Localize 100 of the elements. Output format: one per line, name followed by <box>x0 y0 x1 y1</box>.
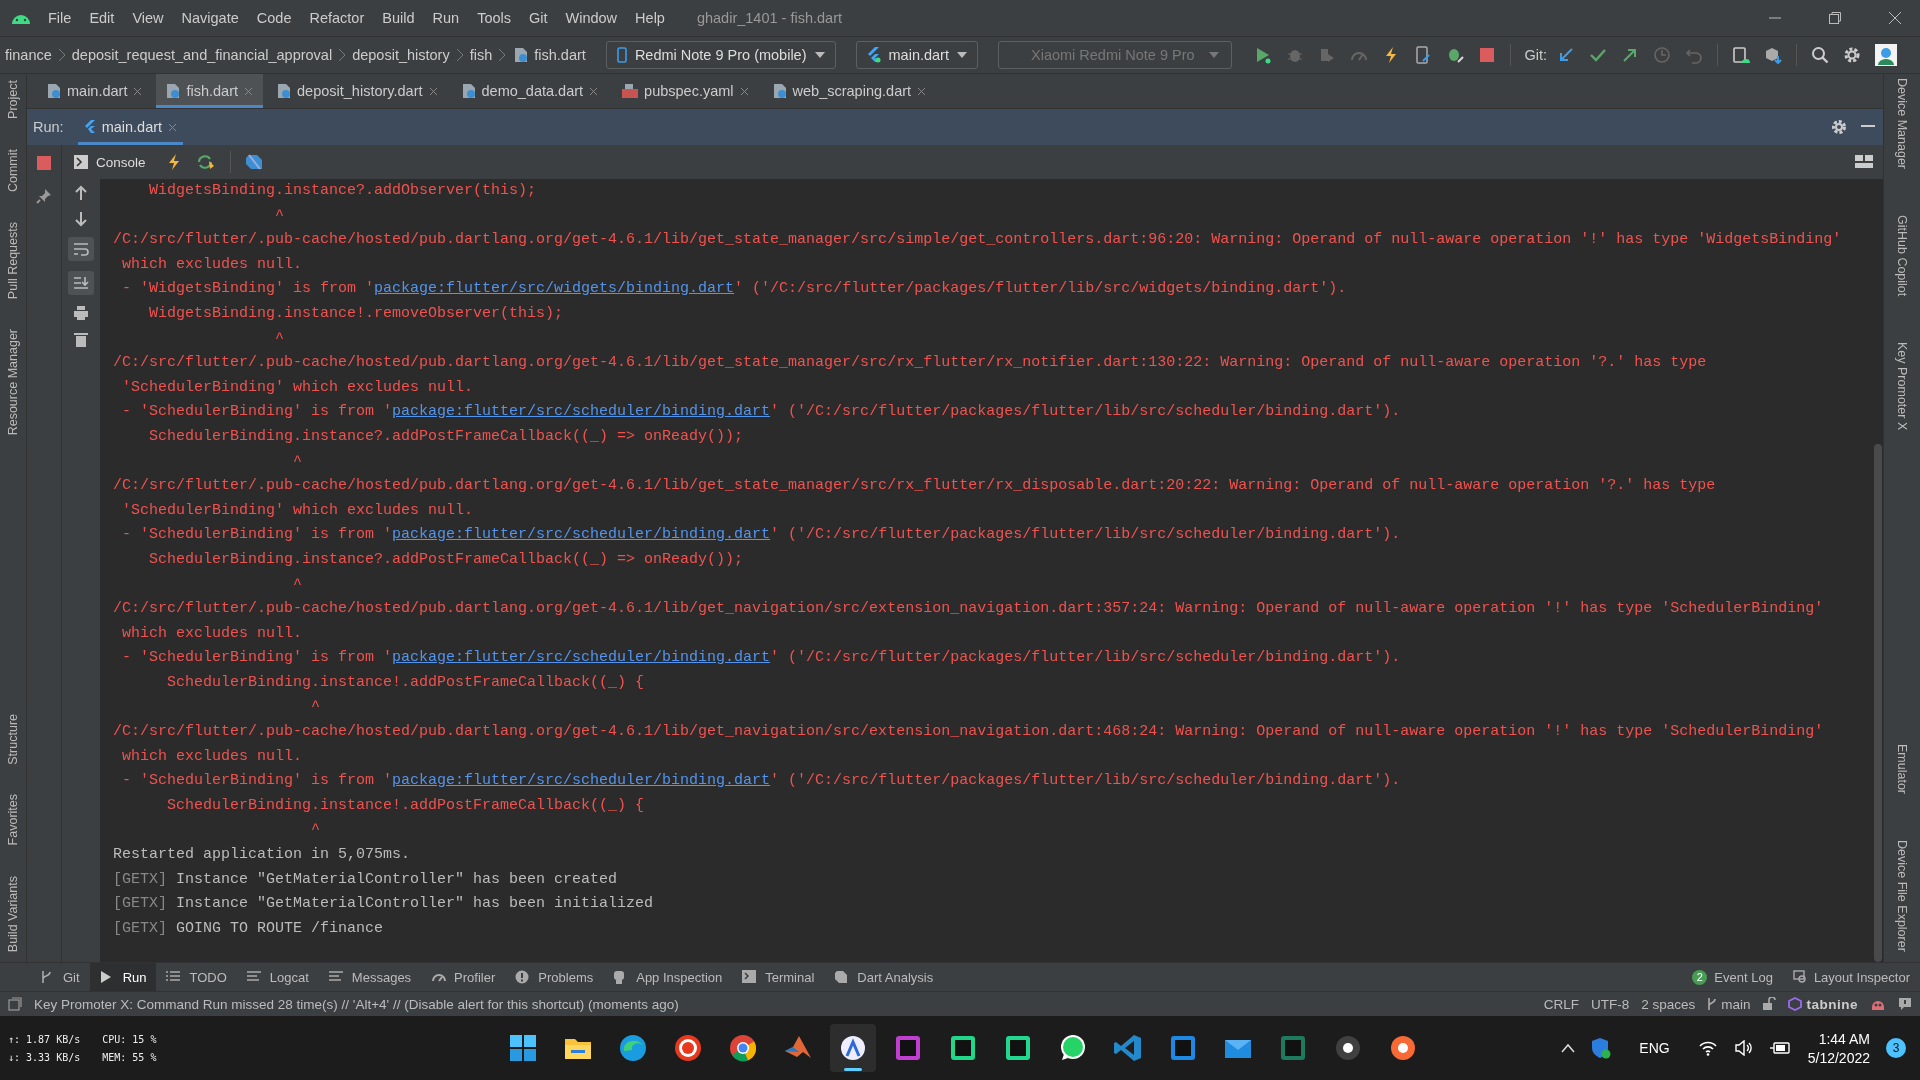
console-line: which excludes null. <box>121 623 304 644</box>
tool-tab[interactable]: Layout Inspector <box>1782 963 1920 991</box>
status-message[interactable]: Key Promoter X: Command Run missed 28 time(s) // 'Alt+4' // (Disable alert for this shortcut) (moments ago) <box>34 996 679 1012</box>
run-label: Run: <box>33 119 64 135</box>
console-line: SchedulerBinding.instance?.addPostFrameCallback((_) => onReady()); <box>148 426 745 447</box>
console-line: SchedulerBinding.instance!.addPostFrameCallback((_) { <box>166 672 646 693</box>
tool-window-tab[interactable]: Key Promoter X <box>1895 342 1909 431</box>
console-line: [GETX] Instance "GetMaterialController" has been created <box>113 869 619 890</box>
tool-tab[interactable]: Git <box>30 963 90 991</box>
console-line: which excludes null. <box>121 746 304 767</box>
editor-tab[interactable]: web_scraping.dart <box>762 74 937 108</box>
console-line: ^ <box>310 820 322 841</box>
tool-window-tab[interactable]: Build Variants <box>6 875 20 952</box>
tool-tab[interactable]: App Inspection <box>603 963 733 991</box>
tool-window-tab[interactable]: Emulator <box>1895 744 1909 795</box>
tool-window-tab[interactable]: Device Manager <box>1895 78 1909 169</box>
console-line: /C:/src/flutter/.pub-cache/hosted/pub.dartlang.org/get-4.6.1/lib/get_navigation/src/extension_navigation.dart:357:24: Warning: Operand of null-aware operation '!' has type 'SchedulerBinding' <box>113 599 1825 620</box>
run-config-dropdown[interactable]: main.dart <box>855 41 978 69</box>
console-line: ^ <box>310 697 322 718</box>
console-line: [GETX] GOING TO ROUTE /finance <box>113 918 385 939</box>
file-link[interactable]: package:flutter/src/scheduler/binding.dart <box>392 403 771 421</box>
window-title: ghadir_1401 - fish.dart <box>696 10 842 26</box>
tool-tab[interactable]: Profiler <box>421 963 506 991</box>
file-link[interactable]: package:flutter/src/scheduler/binding.dart <box>392 649 771 667</box>
menu-item[interactable]: Window <box>565 10 618 26</box>
status-item[interactable]: UTF-8 <box>1590 996 1630 1012</box>
menu-item[interactable]: View <box>132 10 164 26</box>
console-line: - 'WidgetsBinding' is from 'package:flutter/src/widgets/binding.dart' ('/C:/src/flutter/packages/flutter/lib/src/widgets/binding.dart'). <box>121 279 1348 300</box>
tool-window-tab[interactable]: GitHub Copilot <box>1895 215 1909 297</box>
menu-item[interactable]: Refactor <box>309 10 365 26</box>
tool-tab[interactable]: TODO <box>156 963 237 991</box>
upload-speed: ↑: 1.87 KB/s <box>8 1033 81 1045</box>
status-item[interactable]: 2 spaces <box>1641 996 1696 1012</box>
status-item[interactable]: CRLF <box>1543 996 1579 1012</box>
tool-tab[interactable]: Run <box>89 963 157 991</box>
session-tab[interactable]: main.dart <box>77 109 184 145</box>
file-link[interactable]: package:flutter/src/scheduler/binding.dart <box>392 772 771 790</box>
breadcrumb-item[interactable]: deposit_history <box>352 47 450 63</box>
console-line: - 'SchedulerBinding' is from 'package:flutter/src/scheduler/binding.dart' ('/C:/src/flutter/packages/flutter/lib/src/scheduler/binding.dart'). <box>121 402 1402 423</box>
tool-tab[interactable]: Terminal <box>732 963 825 991</box>
tool-window-tab[interactable]: Project <box>6 80 20 119</box>
menu-item[interactable]: Tools <box>477 10 511 26</box>
console-line: SchedulerBinding.instance?.addPostFrameCallback((_) => onReady()); <box>148 549 745 570</box>
tool-window-tab[interactable]: Device File Explorer <box>1895 840 1909 952</box>
tabnine-widget[interactable]: tabnine <box>1788 996 1858 1012</box>
menu-item[interactable]: Edit <box>89 10 115 26</box>
tool-tab[interactable]: Problems <box>505 963 604 991</box>
branch-widget[interactable]: main <box>1707 996 1751 1012</box>
breadcrumb-item[interactable]: fish <box>469 47 493 63</box>
menu-item[interactable]: Navigate <box>181 10 239 26</box>
tool-window-tab[interactable]: Resource Manager <box>6 329 20 436</box>
menu-item[interactable]: Help <box>635 10 665 26</box>
console-line: 'SchedulerBinding' which excludes null. <box>121 500 475 521</box>
input-language[interactable]: ENG <box>1639 1040 1670 1056</box>
menu-item[interactable]: Git <box>529 10 548 26</box>
tool-window-tab[interactable]: Commit <box>6 148 20 192</box>
tool-tab[interactable]: Logcat <box>236 963 319 991</box>
console-line: ^ <box>292 451 304 472</box>
menu-item[interactable]: File <box>48 10 72 26</box>
breadcrumb-item[interactable]: deposit_request_and_financial_approval <box>71 47 333 63</box>
clock[interactable]: 1:44 AM 5/12/2022 <box>1807 1030 1870 1066</box>
device-dropdown[interactable]: Redmi Note 9 Pro (mobile) <box>605 41 836 69</box>
editor-tab[interactable]: fish.dart <box>156 74 264 108</box>
menu-item[interactable]: Code <box>256 10 292 26</box>
editor-tab[interactable]: demo_data.dart <box>451 74 609 108</box>
editor-tab[interactable]: pubspec.yaml <box>612 74 759 108</box>
editor-tab[interactable]: main.dart <box>37 74 153 108</box>
console-line: ^ <box>292 574 304 595</box>
console-line: ^ <box>274 205 286 226</box>
console-line: SchedulerBinding.instance!.addPostFrameCallback((_) { <box>166 795 646 816</box>
console-line: - 'SchedulerBinding' is from 'package:flutter/src/scheduler/binding.dart' ('/C:/src/flutter/packages/flutter/lib/src/scheduler/binding.dart'). <box>121 648 1402 669</box>
git-label: Git: <box>1524 47 1548 63</box>
console-line: /C:/src/flutter/.pub-cache/hosted/pub.dartlang.org/get-4.6.1/lib/get_state_manager/src/simple/get_controllers.dart:96:20: Warning: Operand of null-aware operation '!' has type 'WidgetsBinding' <box>113 230 1843 251</box>
menu-item[interactable]: Run <box>432 10 460 26</box>
console-line: WidgetsBinding.instance?.addObserver(this); <box>148 181 538 201</box>
tool-tab[interactable]: 2 Event Log <box>1682 963 1783 991</box>
download-speed: ↓: 3.33 KB/s <box>8 1051 81 1063</box>
breadcrumb-item[interactable]: fish.dart <box>534 47 586 63</box>
tool-tab[interactable]: Dart Analysis <box>824 963 944 991</box>
console-line: /C:/src/flutter/.pub-cache/hosted/pub.dartlang.org/get-4.6.1/lib/get_navigation/src/extension_navigation.dart:468:24: Warning: Operand of null-aware operation '!' has type 'SchedulerBinding' <box>113 722 1825 743</box>
editor-tab[interactable]: deposit_history.dart <box>267 74 448 108</box>
tool-window-tab[interactable]: Structure <box>6 713 20 765</box>
console-line: which excludes null. <box>121 254 304 275</box>
cpu-usage: CPU: 15 % <box>102 1033 157 1045</box>
breadcrumb-item[interactable]: finance <box>5 47 52 63</box>
file-link[interactable]: package:flutter/src/scheduler/binding.dart <box>392 526 771 544</box>
tool-window-tab[interactable]: Pull Requests <box>6 221 20 300</box>
file-link[interactable]: package:flutter/src/widgets/binding.dart <box>374 280 735 298</box>
console-line: ^ <box>274 328 286 349</box>
console-line: /C:/src/flutter/.pub-cache/hosted/pub.dartlang.org/get-4.6.1/lib/get_state_manager/src/rx_flutter/rx_notifier.dart:130:22: Warning: Operand of null-aware operation '?.' has type <box>113 353 1708 374</box>
console-tab[interactable]: Console <box>68 150 152 174</box>
console-line: - 'SchedulerBinding' is from 'package:flutter/src/scheduler/binding.dart' ('/C:/src/flutter/packages/flutter/lib/src/scheduler/binding.dart'). <box>121 525 1402 546</box>
menu-item[interactable]: Build <box>382 10 415 26</box>
memory-usage: MEM: 55 % <box>102 1051 157 1063</box>
tool-window-tab[interactable]: Favorites <box>6 794 20 846</box>
tool-tab[interactable]: Messages <box>318 963 422 991</box>
console-line: - 'SchedulerBinding' is from 'package:flutter/src/scheduler/binding.dart' ('/C:/src/flutter/packages/flutter/lib/src/scheduler/binding.dart'). <box>121 771 1402 792</box>
notification-badge[interactable]: 3 <box>1886 1038 1906 1058</box>
console-line: WidgetsBinding.instance!.removeObserver(this); <box>148 303 565 324</box>
console-line: Restarted application in 5,075ms. <box>113 845 412 866</box>
